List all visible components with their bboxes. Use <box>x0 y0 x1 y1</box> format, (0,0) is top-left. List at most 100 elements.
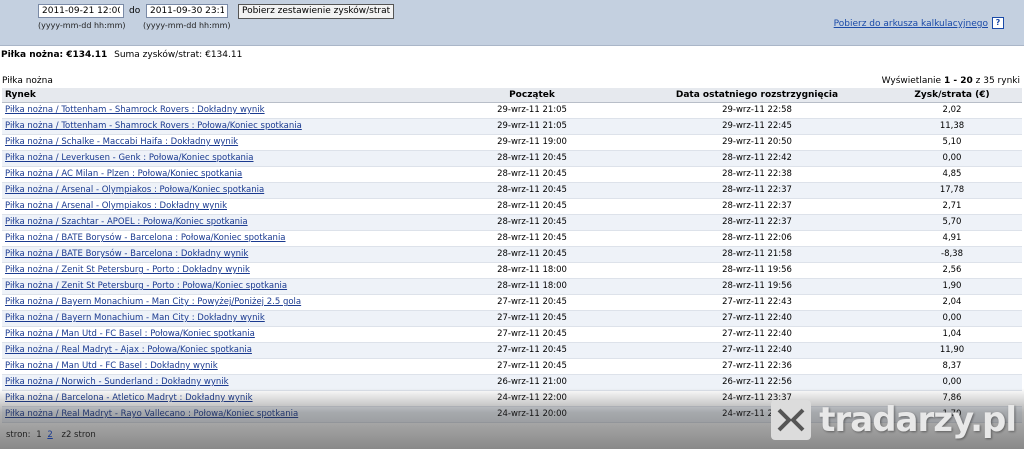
settled-time: 28-wrz-11 19:56 <box>722 281 792 291</box>
start-time: 24-wrz-11 20:00 <box>497 409 567 419</box>
cell-start: 28-wrz-11 20:45 <box>432 166 632 183</box>
market-link[interactable]: Piłka nożna / Real Madryt - Rayo Valleca… <box>5 409 298 419</box>
cell-pl: 4,85 <box>882 166 1022 183</box>
settled-time: 28-wrz-11 21:58 <box>722 249 792 259</box>
cell-market: Piłka nożna / Bayern Monachium - Man Cit… <box>2 310 432 327</box>
download-report-button[interactable]: Pobierz zestawienie zysków/strat <box>238 4 395 19</box>
total-label: Suma zysków/strat: <box>114 50 203 60</box>
settled-time: 29-wrz-11 22:58 <box>722 105 792 115</box>
table-row: Piłka nożna / Norwich - Sunderland : Dok… <box>2 374 1022 391</box>
cell-start: 24-wrz-11 22:00 <box>432 390 632 407</box>
table-row: Piłka nożna / Man Utd - FC Basel : Dokła… <box>2 358 1022 375</box>
start-time: 28-wrz-11 20:45 <box>497 233 567 243</box>
header-profit-loss[interactable]: Zysk/strata (€) <box>882 88 1022 103</box>
page-total: z2 stron <box>61 430 96 440</box>
watermark-logo-icon <box>771 400 812 440</box>
header-start[interactable]: Początek <box>432 88 632 103</box>
markets-table: Rynek Początek Data ostatniego rozstrzyg… <box>2 88 1022 423</box>
header-market[interactable]: Rynek <box>2 88 432 103</box>
cell-pl: 2,04 <box>882 294 1022 311</box>
start-time: 28-wrz-11 18:00 <box>497 281 567 291</box>
market-link[interactable]: Piłka nożna / Arsenal - Olympiakos : Poł… <box>5 185 264 195</box>
market-link[interactable]: Piłka nożna / Real Madryt - Ajax : Połow… <box>5 345 252 355</box>
profit-loss: 11,38 <box>939 121 965 131</box>
date-to-field[interactable] <box>146 4 228 18</box>
profit-loss: 5,10 <box>942 137 962 147</box>
paging-suffix: z 35 rynki <box>975 76 1020 86</box>
cell-start: 27-wrz-11 20:45 <box>432 294 632 311</box>
cell-market: Piłka nożna / Zenit St Petersburg - Port… <box>2 278 432 295</box>
date-format-hint-to: (yyyy-mm-dd hh:mm) <box>143 21 231 30</box>
page-next-link[interactable]: 2 <box>47 430 52 440</box>
start-time: 28-wrz-11 20:45 <box>497 153 567 163</box>
start-time: 28-wrz-11 20:45 <box>497 201 567 211</box>
table-row: Piłka nożna / Zenit St Petersburg - Port… <box>2 262 1022 279</box>
settled-time: 26-wrz-11 22:56 <box>722 377 792 387</box>
market-link[interactable]: Piłka nożna / Norwich - Sunderland : Dok… <box>5 377 229 387</box>
market-link[interactable]: Piłka nożna / Schalke - Maccabi Haifa : … <box>5 137 238 147</box>
cell-settled: 27-wrz-11 22:43 <box>632 294 882 311</box>
cell-start: 27-wrz-11 20:45 <box>432 342 632 359</box>
start-time: 27-wrz-11 20:45 <box>497 345 567 355</box>
table-row: Piłka nożna / Tottenham - Shamrock Rover… <box>2 102 1022 119</box>
market-link[interactable]: Piłka nożna / BATE Borysów - Barcelona :… <box>5 233 286 243</box>
profit-loss: 1,90 <box>942 281 962 291</box>
cell-market: Piłka nożna / BATE Borysów - Barcelona :… <box>2 246 432 263</box>
cell-market: Piłka nożna / BATE Borysów - Barcelona :… <box>2 230 432 247</box>
date-from-field[interactable] <box>38 4 124 18</box>
date-format-hint-from: (yyyy-mm-dd hh:mm) <box>38 21 126 30</box>
market-link[interactable]: Piłka nożna / Arsenal - Olympiakos : Dok… <box>5 201 227 211</box>
help-icon[interactable]: ? <box>992 17 1004 29</box>
market-link[interactable]: Piłka nożna / Bayern Monachium - Man Cit… <box>5 297 301 307</box>
market-link[interactable]: Piłka nożna / Szachtar - APOEL : Połowa/… <box>5 217 248 227</box>
cell-start: 26-wrz-11 21:00 <box>432 374 632 391</box>
cell-pl: 8,37 <box>882 358 1022 375</box>
settled-time: 28-wrz-11 22:06 <box>722 233 792 243</box>
cell-start: 28-wrz-11 18:00 <box>432 262 632 279</box>
cell-pl: 1,04 <box>882 326 1022 343</box>
start-time: 27-wrz-11 20:45 <box>497 297 567 307</box>
market-link[interactable]: Piłka nożna / BATE Borysów - Barcelona :… <box>5 249 248 259</box>
cell-settled: 27-wrz-11 22:36 <box>632 358 882 375</box>
cell-pl: 11,90 <box>882 342 1022 359</box>
profit-loss: 1,04 <box>942 329 962 339</box>
market-link[interactable]: Piłka nożna / AC Milan - Plzen : Połowa/… <box>5 169 242 179</box>
table-row: Piłka nożna / Schalke - Maccabi Haifa : … <box>2 134 1022 151</box>
cell-settled: 27-wrz-11 22:40 <box>632 342 882 359</box>
cell-market: Piłka nożna / Norwich - Sunderland : Dok… <box>2 374 432 391</box>
market-link[interactable]: Piłka nożna / Man Utd - FC Basel : Dokła… <box>5 361 218 371</box>
table-row: Piłka nożna / Leverkusen - Genk : Połowa… <box>2 150 1022 167</box>
cell-pl: 2,56 <box>882 262 1022 279</box>
export-spreadsheet-link[interactable]: Pobierz do arkusza kalkulacyjnego <box>834 19 988 29</box>
table-row: Piłka nożna / Man Utd - FC Basel : Połow… <box>2 326 1022 343</box>
cell-settled: 28-wrz-11 21:58 <box>632 246 882 263</box>
header-settled[interactable]: Data ostatniego rozstrzygnięcia <box>632 88 882 103</box>
start-time: 29-wrz-11 21:05 <box>497 105 567 115</box>
market-link[interactable]: Piłka nożna / Man Utd - FC Basel : Połow… <box>5 329 255 339</box>
cell-market: Piłka nożna / Barcelona - Atletico Madry… <box>2 390 432 407</box>
market-link[interactable]: Piłka nożna / Tottenham - Shamrock Rover… <box>5 105 265 115</box>
cell-settled: 28-wrz-11 19:56 <box>632 262 882 279</box>
market-link[interactable]: Piłka nożna / Zenit St Petersburg - Port… <box>5 265 250 275</box>
cell-start: 28-wrz-11 20:45 <box>432 230 632 247</box>
settled-time: 29-wrz-11 22:45 <box>722 121 792 131</box>
cell-pl: 17,78 <box>882 182 1022 199</box>
start-time: 29-wrz-11 21:05 <box>497 121 567 131</box>
cell-pl: 1,90 <box>882 278 1022 295</box>
settled-time: 28-wrz-11 22:37 <box>722 201 792 211</box>
market-link[interactable]: Piłka nożna / Zenit St Petersburg - Port… <box>5 281 287 291</box>
table-row: Piłka nożna / AC Milan - Plzen : Połowa/… <box>2 166 1022 183</box>
market-link[interactable]: Piłka nożna / Tottenham - Shamrock Rover… <box>5 121 302 131</box>
cell-pl: 11,38 <box>882 118 1022 135</box>
market-link[interactable]: Piłka nożna / Leverkusen - Genk : Połowa… <box>5 153 254 163</box>
date-range-separator: do <box>129 6 141 16</box>
market-link[interactable]: Piłka nożna / Bayern Monachium - Man Cit… <box>5 313 265 323</box>
market-link[interactable]: Piłka nożna / Barcelona - Atletico Madry… <box>5 393 253 403</box>
page-current: 1 <box>36 430 42 440</box>
start-time: 24-wrz-11 22:00 <box>497 393 567 403</box>
cell-pl: 0,00 <box>882 310 1022 327</box>
filter-bar: do (yyyy-mm-dd hh:mm) (yyyy-mm-dd hh:mm)… <box>0 0 1024 46</box>
cell-settled: 28-wrz-11 22:37 <box>632 182 882 199</box>
cell-pl: 2,71 <box>882 198 1022 215</box>
profit-loss: 0,00 <box>942 377 962 387</box>
